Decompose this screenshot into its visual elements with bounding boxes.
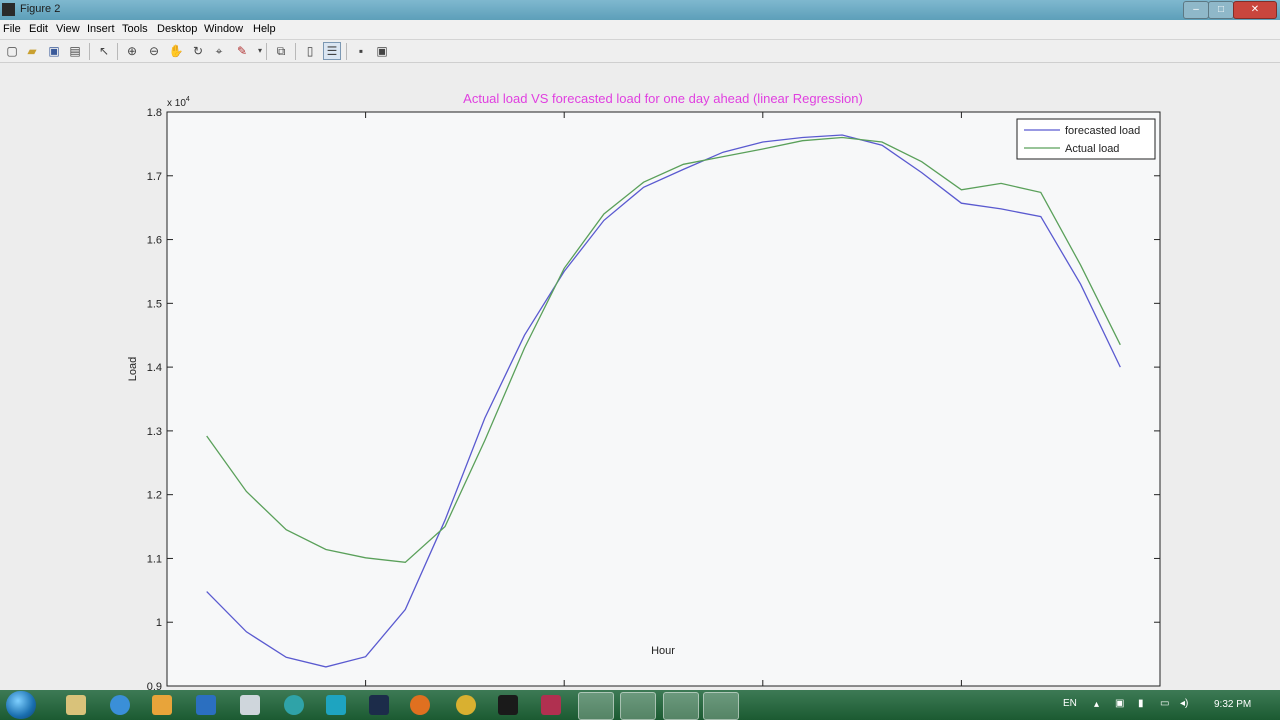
y-tick-label: 1.2 (147, 490, 162, 502)
y-tick-label: 1 (156, 617, 162, 629)
outlook-icon[interactable] (196, 695, 216, 715)
hide-tools-icon[interactable]: ▪ (353, 43, 369, 59)
zoom-out-icon[interactable]: ⊖ (146, 43, 162, 59)
legend-label-forecasted: forecasted load (1065, 125, 1140, 137)
tray-network-icon[interactable]: ▮ (1138, 698, 1144, 709)
chrome-icon[interactable] (456, 695, 476, 715)
menu-edit[interactable]: Edit (29, 23, 48, 35)
toolbar-separator (117, 43, 118, 60)
file-manager-icon[interactable] (578, 692, 614, 720)
legend[interactable]: forecasted load Actual load (1016, 118, 1156, 160)
zoom-in-icon[interactable]: ⊕ (124, 43, 140, 59)
y-tick-label: 1.1 (147, 553, 162, 565)
firefox-icon[interactable] (410, 695, 430, 715)
notepad-icon[interactable] (240, 695, 260, 715)
explorer-icon[interactable] (66, 695, 86, 715)
maximize-button[interactable]: □ (1208, 1, 1234, 19)
y-tick-label: 1.8 (147, 107, 162, 119)
minimize-button[interactable]: – (1183, 1, 1209, 19)
menu-file[interactable]: File (3, 23, 21, 35)
menu-window[interactable]: Window (204, 23, 243, 35)
windows-taskbar: EN ▴ ▣ ▮ ▭ ◂) 9:32 PM (0, 690, 1280, 720)
menu-help[interactable]: Help (253, 23, 276, 35)
volume-icon[interactable]: ◂) (1180, 698, 1188, 709)
colorbar-icon[interactable]: ▯ (302, 43, 318, 59)
chrome-window-icon[interactable] (620, 692, 656, 720)
language-indicator[interactable]: EN (1063, 698, 1077, 709)
toolbar-separator (266, 43, 267, 60)
line-chart: 05101520250.911.11.21.31.41.51.61.71.8 A… (127, 91, 1161, 690)
legend-icon[interactable]: ☰ (323, 42, 341, 60)
clock[interactable]: 9:32 PM (1214, 699, 1251, 710)
menu-insert[interactable]: Insert (87, 23, 115, 35)
menu-desktop[interactable]: Desktop (157, 23, 197, 35)
y-tick-label: 1.5 (147, 298, 162, 310)
open-file-icon[interactable]: ▰ (24, 43, 40, 59)
select-arrow-icon[interactable]: ↖ (96, 43, 112, 59)
toolbar-separator (295, 43, 296, 60)
matlab-icon[interactable] (703, 692, 739, 720)
tray-app-icon[interactable]: ▣ (1115, 698, 1124, 709)
utility-icon[interactable] (663, 692, 699, 720)
tray-battery-icon[interactable]: ▭ (1160, 698, 1169, 709)
internet-explorer-icon[interactable] (110, 695, 130, 715)
media-player-icon[interactable] (152, 695, 172, 715)
title-bar[interactable]: Figure 2 – □ ✕ (0, 0, 1280, 20)
save-icon[interactable]: ▣ (46, 43, 62, 59)
show-tools-icon[interactable]: ▣ (374, 43, 390, 59)
legend-label-actual: Actual load (1065, 143, 1119, 155)
link-plot-icon[interactable]: ⧉ (273, 43, 289, 59)
y-tick-label: 1.6 (147, 235, 162, 247)
print-icon[interactable]: ▤ (67, 43, 83, 59)
terminal-icon[interactable] (498, 695, 518, 715)
media-icon[interactable] (541, 695, 561, 715)
toolbar-separator (89, 43, 90, 60)
photoshop-app-icon[interactable] (369, 695, 389, 715)
x-axis-label: Hour (651, 645, 675, 657)
pan-icon[interactable]: ✋ (168, 43, 184, 59)
tray-expand-icon[interactable]: ▴ (1094, 699, 1099, 710)
chart-title: Actual load VS forecasted load for one d… (463, 91, 863, 106)
brush-icon[interactable]: ✎ (234, 43, 250, 59)
menu-view[interactable]: View (56, 23, 80, 35)
rotate-icon[interactable]: ↻ (190, 43, 206, 59)
window-title: Figure 2 (20, 3, 61, 15)
plot-axes-box (166, 111, 1161, 687)
y-tick-label: 1.4 (147, 362, 162, 374)
menu-tools[interactable]: Tools (122, 23, 148, 35)
close-button[interactable]: ✕ (1233, 1, 1277, 19)
start-button-icon[interactable] (6, 691, 36, 719)
matlab-logo-icon (2, 3, 15, 16)
new-figure-icon[interactable]: ▢ (4, 43, 20, 59)
y-axis-label: Load (127, 357, 139, 381)
photoshop-icon[interactable] (326, 695, 346, 715)
data-cursor-icon[interactable]: ⌖ (211, 43, 227, 59)
y-tick-label: 1.3 (147, 426, 162, 438)
toolbar-separator (346, 43, 347, 60)
y-tick-label: 1.7 (147, 171, 162, 183)
y-axis-exponent: x 104 (167, 96, 190, 109)
arduino-icon[interactable] (284, 695, 304, 715)
figure-toolbar: ▢ ▰ ▣ ▤ ↖ ⊕ ⊖ ✋ ↻ ⌖ ✎ ▾ ⧉ ▯ ☰ ▪ ▣ (0, 40, 1280, 63)
y-tick-label: 0.9 (147, 681, 162, 690)
menu-bar: File Edit View Insert Tools Desktop Wind… (0, 20, 1280, 40)
